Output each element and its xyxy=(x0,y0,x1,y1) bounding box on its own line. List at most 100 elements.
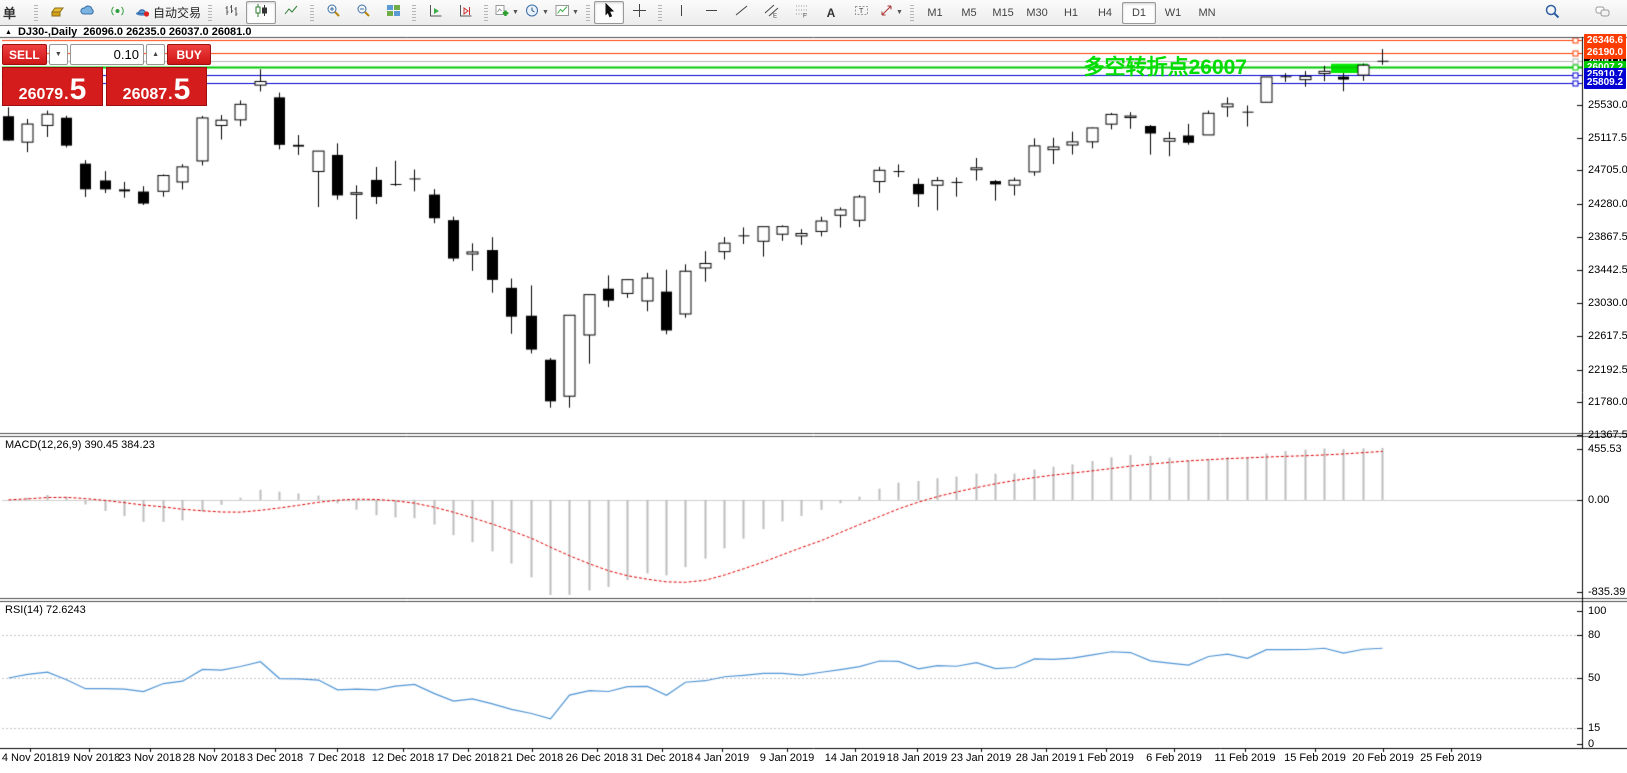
lot-decrease-button[interactable]: ▼ xyxy=(49,44,68,65)
auto-trading-button[interactable]: 自动交易 xyxy=(132,1,204,24)
macd-axis-label: 0.00 xyxy=(1588,494,1609,506)
timeframe-button-H1[interactable]: H1 xyxy=(1054,2,1088,24)
date-axis-label: 28 Jan 2019 xyxy=(1016,752,1077,764)
sell-price-fraction: 5 xyxy=(70,78,87,103)
one-click-trading-panel: SELL ▼ ▲ BUY 26079 . 5 26087 . 5 xyxy=(2,44,211,106)
date-axis-label: 7 Dec 2018 xyxy=(309,752,365,764)
candlestick-chart-button[interactable] xyxy=(246,1,276,24)
fibonacci-button[interactable]: F xyxy=(786,1,816,24)
toolbar-separator xyxy=(586,5,590,21)
templates-button[interactable]: ▼ xyxy=(552,1,582,24)
timeframe-button-M1[interactable]: M1 xyxy=(918,2,952,24)
rsi-axis-label: 80 xyxy=(1588,629,1600,641)
cloud-button[interactable] xyxy=(72,1,102,24)
timeframe-button-W1[interactable]: W1 xyxy=(1156,2,1190,24)
crosshair-button[interactable] xyxy=(624,1,654,24)
sell-price-display[interactable]: 26079 . 5 xyxy=(2,67,103,106)
date-axis-label: 14 Jan 2019 xyxy=(825,752,886,764)
sell-price-main: 26079 xyxy=(19,87,64,103)
price-axis-label: 22192.5 xyxy=(1588,364,1627,376)
search-button[interactable] xyxy=(1537,2,1567,25)
text-icon: A xyxy=(827,4,836,22)
buy-price-fraction: 5 xyxy=(174,78,191,103)
tile-windows-button[interactable] xyxy=(378,1,408,24)
vertical-line-button[interactable] xyxy=(666,1,696,24)
rsi-axis-label: 100 xyxy=(1588,605,1606,617)
periods-button[interactable]: ▼ xyxy=(522,1,552,24)
timeframe-button-M5[interactable]: M5 xyxy=(952,2,986,24)
price-axis-label: 23442.5 xyxy=(1588,264,1627,276)
bar-chart-icon xyxy=(224,3,239,23)
channel-button[interactable]: E xyxy=(756,1,786,24)
timeframe-button-MN[interactable]: MN xyxy=(1190,2,1224,24)
buy-price-dot: . xyxy=(168,87,172,103)
trendline-button[interactable] xyxy=(726,1,756,24)
svg-text:T: T xyxy=(859,8,864,15)
timeframe-button-D1[interactable]: D1 xyxy=(1122,2,1156,24)
date-axis-label: 31 Dec 2018 xyxy=(631,752,693,764)
cursor-button[interactable] xyxy=(594,1,624,24)
indicators-button[interactable]: ▼ xyxy=(492,1,522,24)
new-order-button[interactable]: 单 xyxy=(0,1,30,24)
lot-increase-button[interactable]: ▲ xyxy=(146,44,165,65)
chart-shift-icon xyxy=(458,3,473,23)
toolbar-separator xyxy=(910,5,914,21)
date-axis-label: 25 Feb 2019 xyxy=(1420,752,1482,764)
chart-canvas[interactable] xyxy=(0,0,1627,773)
arrows-button[interactable]: ▼ xyxy=(876,1,906,24)
svg-text:F: F xyxy=(803,13,807,18)
sell-price-dot: . xyxy=(64,87,68,103)
price-flag: 26190.0 xyxy=(1584,46,1626,59)
new-order-icon: 单 xyxy=(3,3,16,23)
date-axis-label: 1 Feb 2019 xyxy=(1078,752,1134,764)
chat-icon xyxy=(1595,4,1610,24)
toolbar: 单自动交易▼▼▼EFAT▼M1M5M15M30H1H4D1W1MN xyxy=(0,0,1627,26)
timeframe-button-H4[interactable]: H4 xyxy=(1088,2,1122,24)
macd-indicator-label: MACD(12,26,9) 390.45 384.23 xyxy=(5,439,155,451)
bar-chart-button[interactable] xyxy=(216,1,246,24)
buy-price-main: 26087 xyxy=(123,87,168,103)
timeframe-button-M30[interactable]: M30 xyxy=(1020,2,1054,24)
sell-button[interactable]: SELL xyxy=(2,44,47,65)
templates-icon xyxy=(555,3,570,23)
crosshair-icon xyxy=(632,3,647,23)
line-chart-button[interactable] xyxy=(276,1,306,24)
date-axis-label: 21 Dec 2018 xyxy=(501,752,563,764)
gold-bar-button[interactable] xyxy=(42,1,72,24)
price-axis-label: 24280.0 xyxy=(1588,198,1627,210)
auto-scroll-button[interactable] xyxy=(420,1,450,24)
zoom-out-button[interactable] xyxy=(348,1,378,24)
macd-axis-label: -835.39 xyxy=(1588,586,1625,598)
auto-trading-icon xyxy=(135,3,150,23)
chat-button[interactable] xyxy=(1587,2,1617,25)
toolbar-separator xyxy=(310,5,314,21)
buy-button[interactable]: BUY xyxy=(167,44,211,65)
timeframe-button-M15[interactable]: M15 xyxy=(986,2,1020,24)
price-axis-label: 25530.0 xyxy=(1588,99,1627,111)
price-axis-label: 24705.0 xyxy=(1588,164,1627,176)
signals-icon xyxy=(110,3,125,23)
date-axis-label: 15 Feb 2019 xyxy=(1284,752,1346,764)
price-axis-label: 25117.5 xyxy=(1588,132,1627,144)
chart-shift-button[interactable] xyxy=(450,1,480,24)
signals-button[interactable] xyxy=(102,1,132,24)
chart-annotation-text: 多空转折点26007 xyxy=(1084,51,1247,81)
indicators-icon xyxy=(495,3,510,23)
date-axis-label: 23 Nov 2018 xyxy=(119,752,181,764)
date-axis-label: 19 Nov 2018 xyxy=(58,752,120,764)
date-axis-label: 3 Dec 2018 xyxy=(247,752,303,764)
vertical-line-icon xyxy=(674,3,689,23)
toolbar-separator xyxy=(658,5,662,21)
lot-size-input[interactable] xyxy=(70,44,144,65)
date-axis-label: 6 Feb 2019 xyxy=(1146,752,1202,764)
zoom-in-button[interactable] xyxy=(318,1,348,24)
label-button[interactable]: T xyxy=(846,1,876,24)
buy-price-display[interactable]: 26087 . 5 xyxy=(106,67,207,106)
horizontal-line-icon xyxy=(704,3,719,23)
date-axis-label: 4 Nov 2018 xyxy=(2,752,58,764)
text-button[interactable]: A xyxy=(816,1,846,24)
fibonacci-icon: F xyxy=(794,3,809,23)
svg-text:E: E xyxy=(773,13,777,18)
horizontal-line-button[interactable] xyxy=(696,1,726,24)
toolbar-separator xyxy=(412,5,416,21)
